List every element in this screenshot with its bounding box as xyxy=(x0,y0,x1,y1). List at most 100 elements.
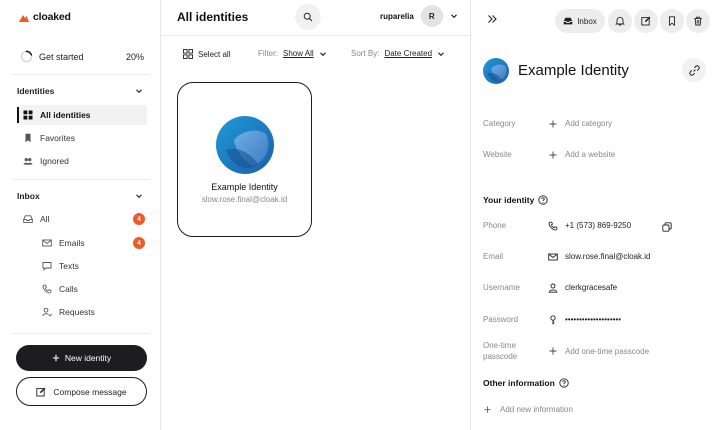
plus-icon xyxy=(52,354,60,362)
sidebar-item-label: Calls xyxy=(59,284,78,294)
plus-icon xyxy=(549,120,557,127)
chevron-down-icon xyxy=(450,14,457,19)
username-label: ruparelia xyxy=(380,11,414,21)
username-text: clerkgracesafe xyxy=(565,283,618,292)
website-row: Website Add a website xyxy=(483,149,703,160)
username-value[interactable]: clerkgracesafe xyxy=(548,283,617,293)
get-started[interactable]: Get started 20% xyxy=(20,50,144,63)
sidebar-item-texts[interactable]: Texts xyxy=(17,256,147,276)
username-key: Username xyxy=(483,283,520,292)
mail-icon xyxy=(42,238,52,248)
plus-icon xyxy=(549,347,557,355)
phone-icon xyxy=(42,284,52,294)
chevron-down-icon xyxy=(319,51,326,56)
email-row: Email slow.rose.final@cloak.id xyxy=(483,251,703,262)
progress-ring-icon xyxy=(20,50,33,63)
new-identity-button[interactable]: New identity xyxy=(16,345,147,371)
email-value[interactable]: slow.rose.final@cloak.id xyxy=(548,252,651,262)
copy-icon[interactable] xyxy=(662,222,672,232)
collapse-panel-icon[interactable] xyxy=(486,13,498,25)
phone-number: +1 (573) 869-9250 xyxy=(565,221,632,230)
key-icon xyxy=(550,314,556,324)
add-category-label: Add category xyxy=(565,119,613,128)
search-button[interactable] xyxy=(295,4,321,30)
identity-title: Example Identity xyxy=(518,62,629,79)
otp-key-line1: One-time xyxy=(483,341,516,350)
sidebar-item-inbox-all[interactable]: All 4 xyxy=(17,209,147,229)
trash-icon xyxy=(694,16,702,26)
sidebar-divider xyxy=(12,179,149,180)
sidebar-item-ignored[interactable]: Ignored xyxy=(17,151,147,171)
add-otp-button[interactable]: Add one-time passcode xyxy=(548,346,649,356)
avatar: R xyxy=(420,5,443,27)
category-row: Category Add category xyxy=(483,118,703,129)
otp-row: One-time passcode Add one-time passcode xyxy=(483,340,703,362)
sidebar-item-all-identities[interactable]: All identities xyxy=(17,105,147,125)
phone-icon xyxy=(548,221,558,230)
category-key: Category xyxy=(483,119,516,128)
inbox-section-header[interactable]: Inbox xyxy=(17,191,143,201)
sidebar-item-label: Requests xyxy=(59,307,95,317)
delete-button[interactable] xyxy=(686,9,710,33)
chevron-down-icon xyxy=(438,51,444,56)
help-icon[interactable] xyxy=(538,195,548,205)
compose-label: Compose message xyxy=(53,386,127,397)
sidebar-item-emails[interactable]: Emails 4 xyxy=(17,233,147,253)
your-identity-label: Your identity xyxy=(483,195,535,205)
website-key: Website xyxy=(483,150,512,159)
sidebar-divider xyxy=(12,333,149,334)
password-key: Password xyxy=(483,315,519,324)
help-icon[interactable] xyxy=(559,378,569,388)
username-row: Username clerkgracesafe xyxy=(483,282,703,293)
bookmark-icon xyxy=(669,16,675,26)
sidebar-item-calls[interactable]: Calls xyxy=(17,279,147,299)
sidebar-item-label: Favorites xyxy=(40,133,75,143)
other-information-header: Other information xyxy=(483,378,569,388)
other-information-label: Other information xyxy=(483,378,555,388)
sort-dropdown[interactable]: Sort By: Date Created xyxy=(351,49,445,58)
your-identity-header: Your identity xyxy=(483,195,548,205)
phone-key: Phone xyxy=(483,221,507,230)
cloaked-logo[interactable]: cloaked xyxy=(19,11,71,23)
user-menu[interactable]: ruparelia R xyxy=(380,5,458,27)
sidebar-item-label: Emails xyxy=(59,238,85,248)
phone-value[interactable]: +1 (573) 869-9250 xyxy=(548,221,631,231)
identity-card[interactable]: Example Identity slow.rose.final@cloak.i… xyxy=(177,82,312,237)
inbox-tray-icon xyxy=(563,17,573,25)
plus-icon xyxy=(484,406,491,413)
compose-message-button[interactable]: Compose message xyxy=(16,377,147,406)
notifications-button[interactable] xyxy=(608,9,632,33)
identity-card-name: Example Identity xyxy=(211,182,278,192)
identity-card-email: slow.rose.final@cloak.id xyxy=(201,195,288,204)
user-request-icon xyxy=(42,307,52,317)
share-link-button[interactable] xyxy=(682,58,706,82)
get-started-label: Get started xyxy=(39,51,84,62)
select-all-button[interactable]: Select all xyxy=(183,49,230,59)
add-new-information-button[interactable]: Add new information xyxy=(483,405,573,414)
filter-value: Show All xyxy=(283,49,314,58)
sidebar-item-favorites[interactable]: Favorites xyxy=(17,128,147,148)
inbox-button[interactable]: Inbox xyxy=(555,9,605,33)
edit-button[interactable] xyxy=(634,9,658,33)
identity-avatar-icon xyxy=(483,58,509,84)
sidebar-item-label: All identities xyxy=(40,110,91,120)
otp-key-line2: passcode xyxy=(483,352,518,361)
add-website-label: Add a website xyxy=(565,150,616,159)
cloaked-logo-icon xyxy=(19,14,29,22)
add-new-information-label: Add new information xyxy=(500,405,573,414)
sort-value: Date Created xyxy=(384,49,433,58)
chevron-down-icon xyxy=(136,89,142,94)
unread-badge: 4 xyxy=(133,213,145,225)
add-website-button[interactable]: Add a website xyxy=(548,150,615,160)
sidebar-item-requests[interactable]: Requests xyxy=(17,302,147,322)
identities-panel: All identities ruparelia R Select all Fi… xyxy=(161,0,471,430)
mail-icon xyxy=(548,253,558,260)
password-value[interactable]: •••••••••••••••••••• xyxy=(548,314,621,325)
sidebar-divider xyxy=(12,74,149,75)
plus-icon xyxy=(549,151,557,158)
filter-dropdown[interactable]: Filter: Show All xyxy=(258,49,327,58)
bell-icon xyxy=(615,16,625,26)
favorite-button[interactable] xyxy=(660,9,684,33)
add-category-button[interactable]: Add category xyxy=(548,119,612,129)
identities-section-header[interactable]: Identities xyxy=(17,86,143,96)
